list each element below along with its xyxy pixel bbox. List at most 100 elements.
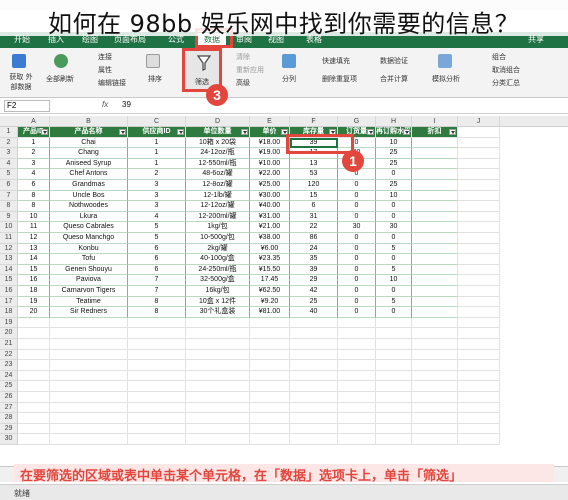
column-header[interactable]: I	[412, 116, 458, 127]
table-cell[interactable]: 2kg/罐	[186, 243, 250, 255]
table-cell[interactable]: ¥10.00	[250, 158, 290, 170]
row-number[interactable]: 22	[0, 349, 18, 361]
empty-cell[interactable]	[376, 317, 412, 329]
table-cell[interactable]: 8	[18, 201, 50, 212]
table-header-cell[interactable]: 单价	[250, 127, 290, 138]
row-number[interactable]: 7	[0, 190, 18, 202]
table-cell[interactable]: 13	[18, 243, 50, 255]
empty-cell[interactable]	[128, 413, 186, 424]
table-cell[interactable]: 22	[290, 222, 338, 233]
table-cell[interactable]: ¥21.00	[250, 222, 290, 233]
row-number[interactable]: 6	[0, 180, 18, 191]
table-cell[interactable]	[412, 190, 458, 202]
table-cell[interactable]	[412, 180, 458, 191]
row-number[interactable]: 12	[0, 243, 18, 255]
empty-cell[interactable]	[338, 317, 376, 329]
empty-cell[interactable]	[290, 402, 338, 414]
table-cell[interactable]	[412, 158, 458, 170]
table-cell[interactable]: Chang	[50, 148, 128, 159]
empty-cell[interactable]	[186, 423, 250, 435]
empty-cell[interactable]	[458, 158, 500, 170]
table-cell[interactable]: 16kg/包	[186, 286, 250, 297]
empty-cell[interactable]	[458, 137, 500, 149]
empty-cell[interactable]	[50, 349, 128, 361]
empty-cell[interactable]	[18, 370, 50, 382]
table-cell[interactable]: 25	[290, 296, 338, 308]
table-cell[interactable]: Aniseed Syrup	[50, 158, 128, 170]
text-to-columns-label[interactable]: 分列	[282, 74, 296, 84]
empty-cell[interactable]	[18, 339, 50, 350]
empty-cell[interactable]	[250, 381, 290, 392]
empty-cell[interactable]	[186, 434, 250, 445]
table-cell[interactable]: 5	[128, 222, 186, 233]
empty-cell[interactable]	[50, 413, 128, 424]
row-number[interactable]: 15	[0, 275, 18, 286]
table-cell[interactable]: 13	[290, 158, 338, 170]
table-cell[interactable]	[412, 137, 458, 149]
column-header[interactable]: J	[458, 116, 500, 127]
empty-cell[interactable]	[50, 317, 128, 329]
row-number[interactable]: 1	[0, 127, 18, 138]
column-header[interactable]: C	[128, 116, 186, 127]
empty-cell[interactable]	[376, 392, 412, 403]
table-cell[interactable]: 0	[338, 275, 376, 286]
table-cell[interactable]: 4	[128, 211, 186, 223]
empty-cell[interactable]	[50, 434, 128, 445]
empty-cell[interactable]	[186, 370, 250, 382]
table-header-cell[interactable]: 折扣	[412, 127, 458, 138]
table-cell[interactable]: 7	[128, 286, 186, 297]
empty-cell[interactable]	[290, 328, 338, 339]
empty-cell[interactable]	[458, 233, 500, 244]
table-cell[interactable]: ¥38.00	[250, 233, 290, 244]
column-header[interactable]: A	[18, 116, 50, 127]
table-header-cell[interactable]: 再订购水平	[376, 127, 412, 138]
empty-cell[interactable]	[338, 434, 376, 445]
empty-cell[interactable]	[50, 339, 128, 350]
connections-label[interactable]: 连接	[98, 52, 112, 62]
empty-cell[interactable]	[128, 349, 186, 361]
table-cell[interactable]: ¥30.00	[250, 190, 290, 202]
empty-cell[interactable]	[458, 222, 500, 233]
table-cell[interactable]: 30	[376, 222, 412, 233]
empty-cell[interactable]	[338, 402, 376, 414]
empty-cell[interactable]	[290, 434, 338, 445]
table-cell[interactable]: Queso Cabrales	[50, 222, 128, 233]
empty-cell[interactable]	[128, 317, 186, 329]
empty-cell[interactable]	[458, 307, 500, 318]
table-cell[interactable]: 10	[376, 275, 412, 286]
group-label[interactable]: 组合	[492, 52, 506, 62]
empty-cell[interactable]	[250, 423, 290, 435]
empty-cell[interactable]	[458, 423, 500, 435]
empty-cell[interactable]	[250, 370, 290, 382]
table-cell[interactable]: 5	[376, 243, 412, 255]
row-number[interactable]: 5	[0, 169, 18, 180]
table-cell[interactable]: Paviova	[50, 275, 128, 286]
table-header-cell[interactable]: 产品ID	[18, 127, 50, 138]
remove-duplicates-label[interactable]: 删除重复项	[322, 74, 357, 84]
empty-cell[interactable]	[458, 296, 500, 308]
what-if-icon[interactable]	[438, 54, 452, 68]
row-number[interactable]: 28	[0, 413, 18, 424]
empty-cell[interactable]	[376, 413, 412, 424]
table-cell[interactable]: 25	[376, 180, 412, 191]
empty-cell[interactable]	[18, 423, 50, 435]
empty-cell[interactable]	[250, 392, 290, 403]
table-cell[interactable]: 8	[128, 307, 186, 318]
table-cell[interactable]: 0	[376, 233, 412, 244]
row-number[interactable]: 18	[0, 307, 18, 318]
table-header-cell[interactable]: 产品名称	[50, 127, 128, 138]
empty-cell[interactable]	[338, 349, 376, 361]
empty-cell[interactable]	[412, 402, 458, 414]
table-cell[interactable]: 0	[338, 296, 376, 308]
empty-cell[interactable]	[128, 381, 186, 392]
empty-cell[interactable]	[290, 339, 338, 350]
empty-cell[interactable]	[290, 381, 338, 392]
column-header[interactable]: G	[338, 116, 376, 127]
formula-input[interactable]: 39	[122, 100, 131, 109]
table-cell[interactable]	[412, 222, 458, 233]
empty-cell[interactable]	[186, 339, 250, 350]
table-cell[interactable]: 86	[290, 233, 338, 244]
empty-cell[interactable]	[18, 360, 50, 371]
table-cell[interactable]	[412, 286, 458, 297]
table-cell[interactable]: 0	[338, 180, 376, 191]
